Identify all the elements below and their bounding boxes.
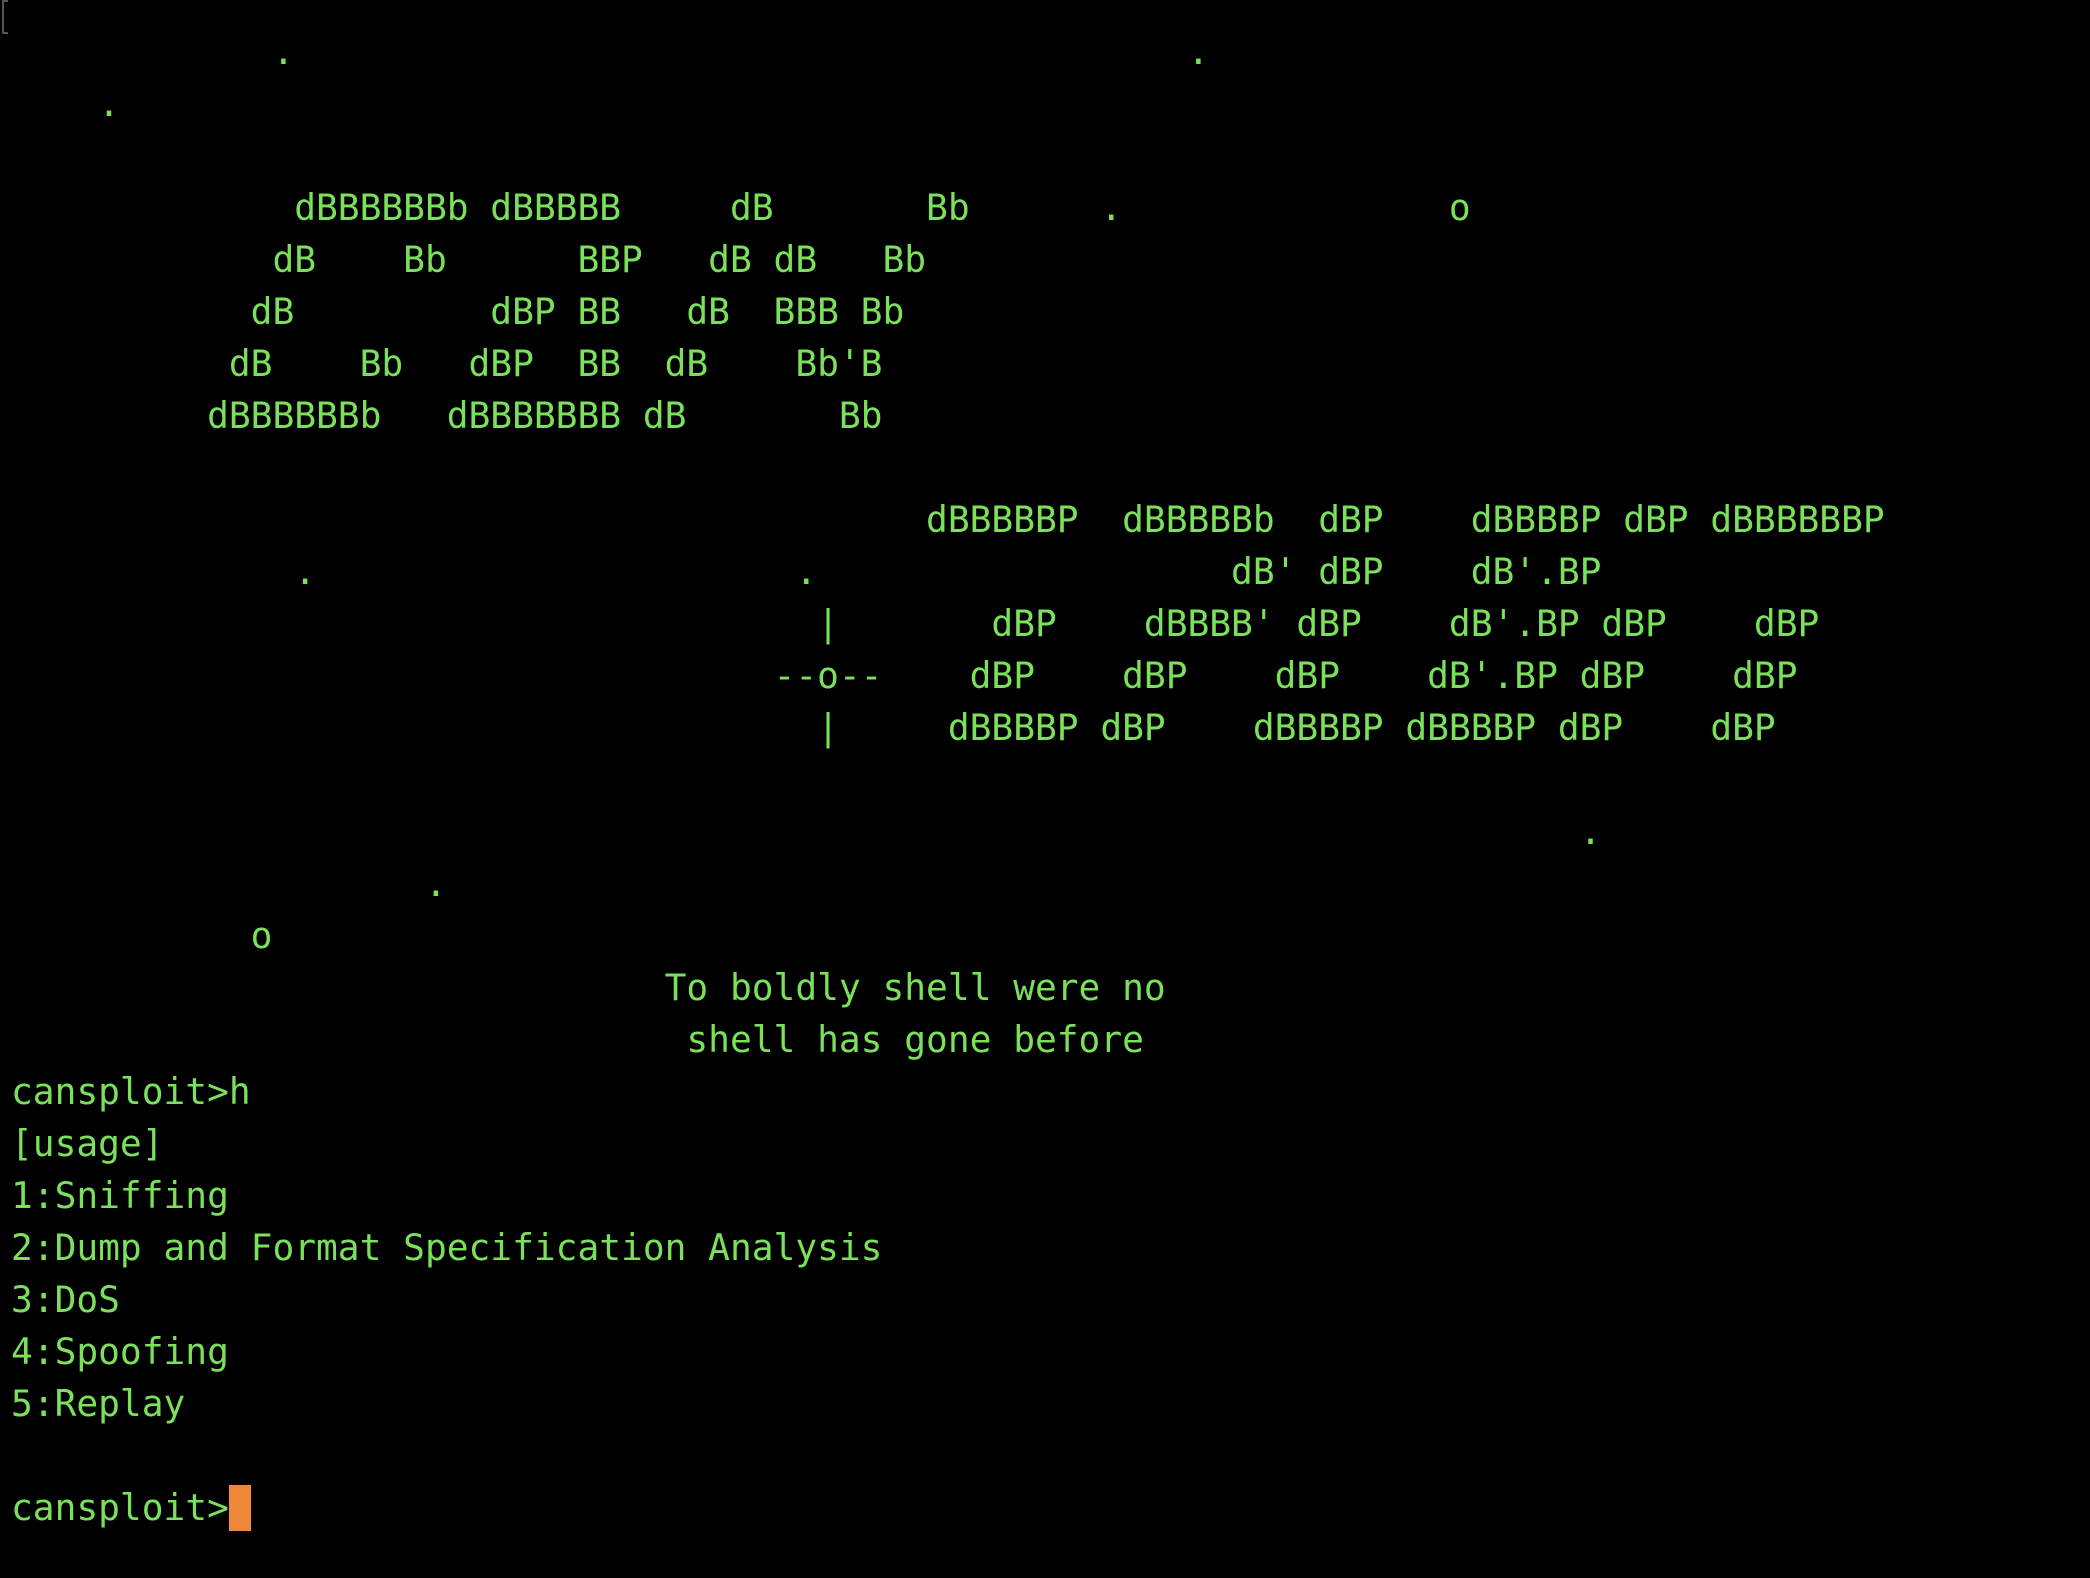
command-echo: cansploit>h <box>11 1070 251 1113</box>
shell-prompt: cansploit> <box>11 1486 229 1529</box>
banner-line: dBBBBBP dBBBBBb dBP dBBBBP dBP dBBBBBBP <box>11 498 1885 541</box>
banner-line: . . <box>11 30 1210 73</box>
banner-line: . <box>11 82 120 125</box>
usage-header: [usage] <box>11 1122 164 1165</box>
banner-line <box>11 754 2090 806</box>
text-cursor[interactable] <box>228 1485 251 1531</box>
banner-line: . <box>11 862 447 905</box>
terminal-window[interactable]: . . . dBBBBBBb dBBBBB dB Bb . o dB Bb BB… <box>0 0 2090 1578</box>
menu-option-spoofing: 4:Spoofing <box>11 1330 229 1373</box>
banner-tagline: shell has gone before <box>11 1018 1144 1061</box>
banner-line: dBBBBBBb dBBBBBBB dB Bb <box>11 394 883 437</box>
banner-line: dBBBBBBb dBBBBB dB Bb . o <box>11 186 1471 229</box>
banner-line: dB Bb BBP dB dB Bb <box>11 238 927 281</box>
menu-option-dos: 3:DoS <box>11 1278 120 1321</box>
banner-line: | dBBBBP dBP dBBBBP dBBBBP dBP dBP <box>11 706 1776 749</box>
banner-line: dB dBP BB dB BBB Bb <box>11 290 905 333</box>
banner-line <box>11 130 2090 182</box>
menu-option-dump: 2:Dump and Format Specification Analysis <box>11 1226 883 1269</box>
banner-line: . <box>11 810 1602 853</box>
banner-line: o <box>11 914 273 957</box>
input-line[interactable]: cansploit> <box>11 1482 2090 1534</box>
menu-option-replay: 5:Replay <box>11 1382 186 1425</box>
banner-line: | dBP dBBBB' dBP dB'.BP dBP dBP <box>11 602 1820 645</box>
banner-line: --o-- dBP dBP dBP dB'.BP dBP dBP <box>11 654 1798 697</box>
banner-line: . . dB' dBP dB'.BP <box>11 550 1602 593</box>
menu-option-sniffing: 1:Sniffing <box>11 1174 229 1217</box>
banner-line: dB Bb dBP BB dB Bb'B <box>11 342 883 385</box>
banner-tagline: To boldly shell were no <box>11 966 1166 1009</box>
banner-line <box>11 442 2090 494</box>
ascii-banner: . . . dBBBBBBb dBBBBB dB Bb . o dB Bb BB… <box>11 26 2090 1066</box>
command-history: cansploit>h [usage] 1:Sniffing 2:Dump an… <box>11 1066 2090 1482</box>
window-corner-bracket <box>2 0 8 34</box>
